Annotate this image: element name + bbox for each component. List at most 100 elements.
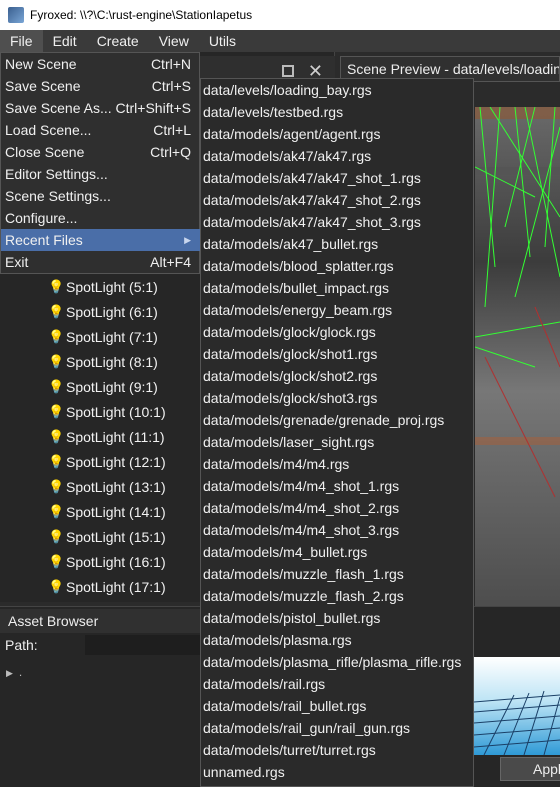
menu-view[interactable]: View <box>149 30 199 52</box>
menubar: File Edit Create View Utils <box>0 30 560 52</box>
recent-file-item[interactable]: data/models/plasma_rifle/plasma_rifle.rg… <box>203 651 471 673</box>
tree-item-label: SpotLight (16:1) <box>66 553 166 570</box>
tree-item-spotlight[interactable]: 💡 SpotLight (6:1) <box>48 299 158 324</box>
menu-item-recent-files[interactable]: Recent Files ▶ <box>1 229 201 251</box>
recent-file-item[interactable]: data/models/rail.rgs <box>203 673 471 695</box>
path-label: Path: <box>5 637 38 653</box>
menu-item-label: Scene Settings... <box>5 188 111 204</box>
recent-file-item[interactable]: data/levels/loading_bay.rgs <box>203 79 471 101</box>
menu-item-configure[interactable]: Configure... <box>1 207 201 229</box>
recent-file-item[interactable]: data/models/ak47_bullet.rgs <box>203 233 471 255</box>
scene-viewport[interactable] <box>475 107 560 624</box>
lightbulb-icon: 💡 <box>48 503 65 519</box>
tree-item-label: SpotLight (17:1) <box>66 578 166 595</box>
tree-item-label: SpotLight (15:1) <box>66 528 166 545</box>
menu-item-exit[interactable]: Exit Alt+F4 <box>1 251 201 273</box>
maximize-icon[interactable] <box>281 65 294 77</box>
tree-item-spotlight[interactable]: 💡 SpotLight (10:1) <box>48 399 166 424</box>
recent-file-item[interactable]: data/models/agent/agent.rgs <box>203 123 471 145</box>
lightbulb-icon: 💡 <box>48 278 65 294</box>
tree-item-spotlight[interactable]: 💡 SpotLight (7:1) <box>48 324 158 349</box>
recent-file-item[interactable]: data/models/turret/turret.rgs <box>203 739 471 761</box>
tree-item-spotlight[interactable]: 💡 SpotLight (12:1) <box>48 449 166 474</box>
tree-item-label: SpotLight (6:1) <box>66 303 158 320</box>
menu-create[interactable]: Create <box>87 30 149 52</box>
recent-file-item[interactable]: data/models/ak47/ak47_shot_2.rgs <box>203 189 471 211</box>
tree-item-label: SpotLight (5:1) <box>66 278 158 295</box>
recent-file-item[interactable]: data/models/blood_splatter.rgs <box>203 255 471 277</box>
menu-edit[interactable]: Edit <box>43 30 87 52</box>
menu-file[interactable]: File <box>0 30 43 52</box>
tree-item-label: SpotLight (7:1) <box>66 328 158 345</box>
recent-files-submenu: data/levels/loading_bay.rgs data/levels/… <box>200 78 474 787</box>
recent-file-item[interactable]: data/models/ak47/ak47.rgs <box>203 145 471 167</box>
menu-item-shortcut: Ctrl+Q <box>150 144 191 160</box>
menu-item-shortcut: Alt+F4 <box>150 254 191 270</box>
lightbulb-icon: 💡 <box>48 578 65 594</box>
recent-file-item[interactable]: unnamed.rgs <box>203 761 471 783</box>
tree-item-spotlight[interactable]: 💡 SpotLight (13:1) <box>48 474 166 499</box>
menu-item-close-scene[interactable]: Close Scene Ctrl+Q <box>1 141 201 163</box>
menu-item-shortcut: Ctrl+N <box>150 56 191 72</box>
tree-item-label: SpotLight (10:1) <box>66 403 166 420</box>
lightbulb-icon: 💡 <box>48 403 65 419</box>
menu-item-load-scene[interactable]: Load Scene... Ctrl+L <box>1 119 201 141</box>
tree-item-spotlight[interactable]: 💡 SpotLight (14:1) <box>48 499 166 524</box>
recent-file-item[interactable]: data/models/laser_sight.rgs <box>203 431 471 453</box>
recent-file-item[interactable]: data/models/plasma.rgs <box>203 629 471 651</box>
recent-file-item[interactable]: data/models/bullet_impact.rgs <box>203 277 471 299</box>
apply-button[interactable]: Apply <box>500 757 560 781</box>
tree-item-spotlight[interactable]: 💡 SpotLight (17:1) <box>48 574 166 599</box>
tree-item-spotlight[interactable]: 💡 SpotLight (9:1) <box>48 374 158 399</box>
menu-item-label: Exit <box>5 254 29 270</box>
asset-tree-root-label: . <box>18 665 23 679</box>
menu-item-save-scene-as[interactable]: Save Scene As... Ctrl+Shift+S <box>1 97 201 119</box>
recent-file-item[interactable]: data/models/m4_bullet.rgs <box>203 541 471 563</box>
menu-utils[interactable]: Utils <box>199 30 246 52</box>
menu-item-editor-settings[interactable]: Editor Settings... <box>1 163 201 185</box>
tree-item-label: SpotLight (12:1) <box>66 453 166 470</box>
menu-item-label: Editor Settings... <box>5 166 108 182</box>
menu-item-save-scene[interactable]: Save Scene Ctrl+S <box>1 75 201 97</box>
recent-file-item[interactable]: data/models/rail_gun/rail_gun.rgs <box>203 717 471 739</box>
menu-item-scene-settings[interactable]: Scene Settings... <box>1 185 201 207</box>
lightbulb-icon: 💡 <box>48 353 65 369</box>
expand-arrow-icon[interactable]: ▶ <box>6 668 13 678</box>
lightbulb-icon: 💡 <box>48 528 65 544</box>
asset-tree-root[interactable]: ▶. <box>6 665 22 679</box>
recent-file-item[interactable]: data/models/muzzle_flash_1.rgs <box>203 563 471 585</box>
menu-item-new-scene[interactable]: New Scene Ctrl+N <box>1 53 201 75</box>
recent-file-item[interactable]: data/models/glock/shot3.rgs <box>203 387 471 409</box>
recent-file-item[interactable]: data/models/m4/m4_shot_2.rgs <box>203 497 471 519</box>
app-icon <box>8 7 24 23</box>
tree-item-label: SpotLight (11:1) <box>66 428 165 445</box>
recent-file-item[interactable]: data/models/rail_bullet.rgs <box>203 695 471 717</box>
tree-item-spotlight[interactable]: 💡 SpotLight (16:1) <box>48 549 166 574</box>
lightbulb-icon: 💡 <box>48 328 65 344</box>
menu-item-shortcut: Ctrl+S <box>151 78 191 94</box>
menu-item-label: Configure... <box>5 210 78 226</box>
recent-file-item[interactable]: data/models/energy_beam.rgs <box>203 299 471 321</box>
window-titlebar: Fyroxed: \\?\C:\rust-engine\StationIapet… <box>0 0 560 30</box>
tree-item-spotlight[interactable]: 💡 SpotLight (8:1) <box>48 349 158 374</box>
tree-item-spotlight[interactable]: 💡 SpotLight (5:1) <box>48 274 158 299</box>
recent-file-item[interactable]: data/models/ak47/ak47_shot_3.rgs <box>203 211 471 233</box>
recent-file-item[interactable]: data/models/m4/m4.rgs <box>203 453 471 475</box>
tree-item-label: SpotLight (14:1) <box>66 503 166 520</box>
recent-file-item[interactable]: data/levels/testbed.rgs <box>203 101 471 123</box>
lightbulb-icon: 💡 <box>48 378 65 394</box>
recent-file-item[interactable]: data/models/m4/m4_shot_3.rgs <box>203 519 471 541</box>
recent-file-item[interactable]: data/models/ak47/ak47_shot_1.rgs <box>203 167 471 189</box>
close-icon[interactable]: ✕ <box>308 62 323 80</box>
tree-item-spotlight[interactable]: 💡 SpotLight (11:1) <box>48 424 165 449</box>
tree-item-spotlight[interactable]: 💡 SpotLight (15:1) <box>48 524 166 549</box>
recent-file-item[interactable]: data/models/glock/glock.rgs <box>203 321 471 343</box>
recent-file-item[interactable]: data/models/pistol_bullet.rgs <box>203 607 471 629</box>
recent-file-item[interactable]: data/models/glock/shot2.rgs <box>203 365 471 387</box>
recent-file-item[interactable]: data/models/grenade/grenade_proj.rgs <box>203 409 471 431</box>
menu-item-label: Save Scene As... <box>5 100 112 116</box>
recent-file-item[interactable]: data/models/m4/m4_shot_1.rgs <box>203 475 471 497</box>
lightbulb-icon: 💡 <box>48 428 65 444</box>
recent-file-item[interactable]: data/models/glock/shot1.rgs <box>203 343 471 365</box>
recent-file-item[interactable]: data/models/muzzle_flash_2.rgs <box>203 585 471 607</box>
